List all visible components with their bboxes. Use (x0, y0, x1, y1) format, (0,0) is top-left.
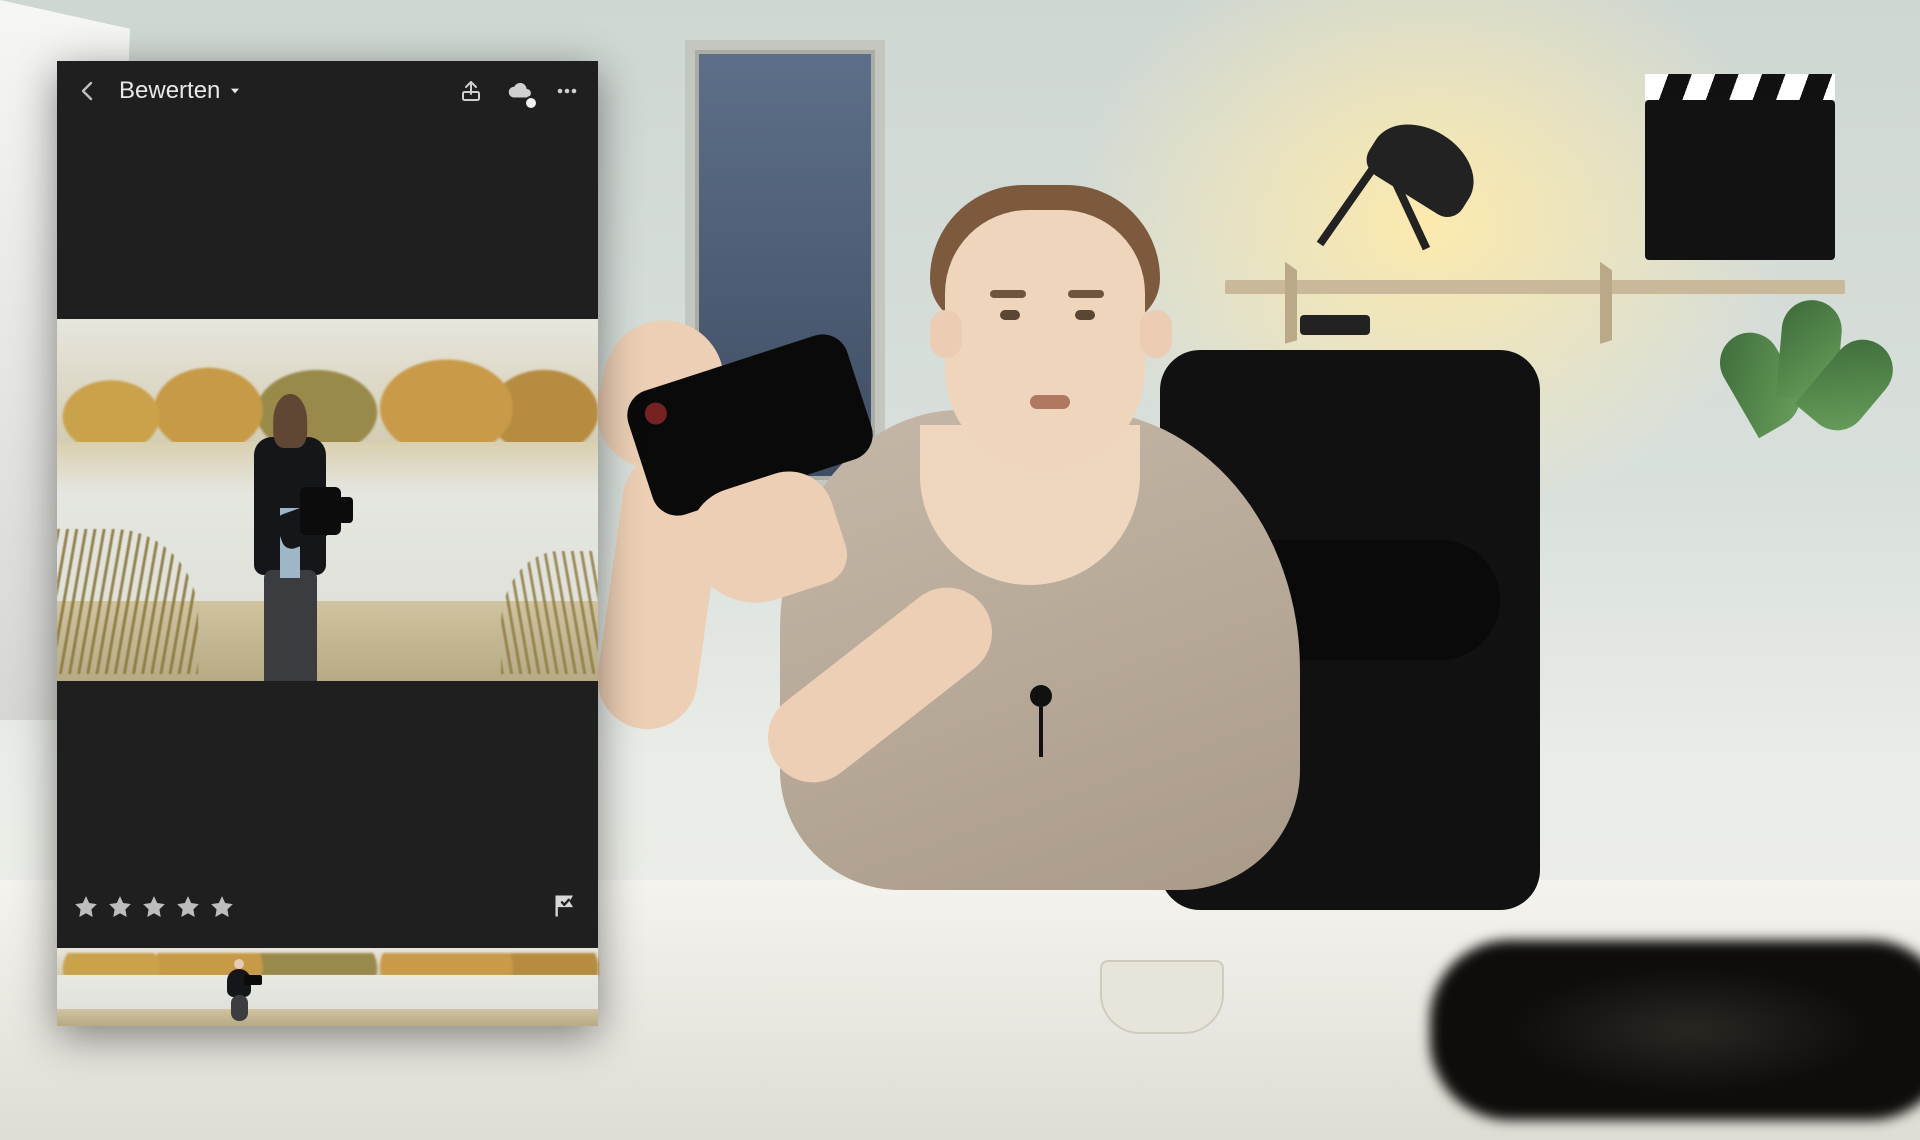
star-2[interactable] (107, 894, 133, 920)
back-icon (76, 79, 100, 103)
sync-status-dot (524, 96, 538, 110)
presenter (600, 150, 1520, 970)
star-icon (141, 894, 167, 920)
top-toolbar: Bewerten (57, 61, 598, 121)
thumbnail-5[interactable] (490, 948, 598, 1026)
star-icon (209, 894, 235, 920)
more-button[interactable] (550, 74, 584, 108)
photo-preview[interactable] (57, 319, 598, 681)
clapperboard (1645, 100, 1835, 260)
flag-button[interactable] (552, 892, 582, 922)
star-icon (175, 894, 201, 920)
cloud-sync-button[interactable] (502, 74, 536, 108)
view-mode-label: Bewerten (119, 77, 220, 105)
star-icon (107, 894, 133, 920)
star-3[interactable] (141, 894, 167, 920)
star-4[interactable] (175, 894, 201, 920)
star-icon (73, 894, 99, 920)
lightroom-mobile-app: Bewerten (57, 61, 598, 1026)
lavalier-mic (1030, 685, 1052, 707)
plant (1720, 300, 1900, 460)
share-icon (459, 79, 483, 103)
star-5[interactable] (209, 894, 235, 920)
back-button[interactable] (71, 74, 105, 108)
more-icon (555, 79, 579, 103)
star-1[interactable] (73, 894, 99, 920)
filmstrip[interactable] (57, 948, 598, 1026)
preview-scene (57, 319, 598, 681)
coffee-cup (1100, 960, 1224, 1034)
share-button[interactable] (454, 74, 488, 108)
rating-bar (57, 882, 598, 932)
view-mode-dropdown[interactable]: Bewerten (119, 77, 242, 105)
flag-picked-icon (552, 892, 580, 920)
chevron-down-icon (228, 84, 242, 98)
